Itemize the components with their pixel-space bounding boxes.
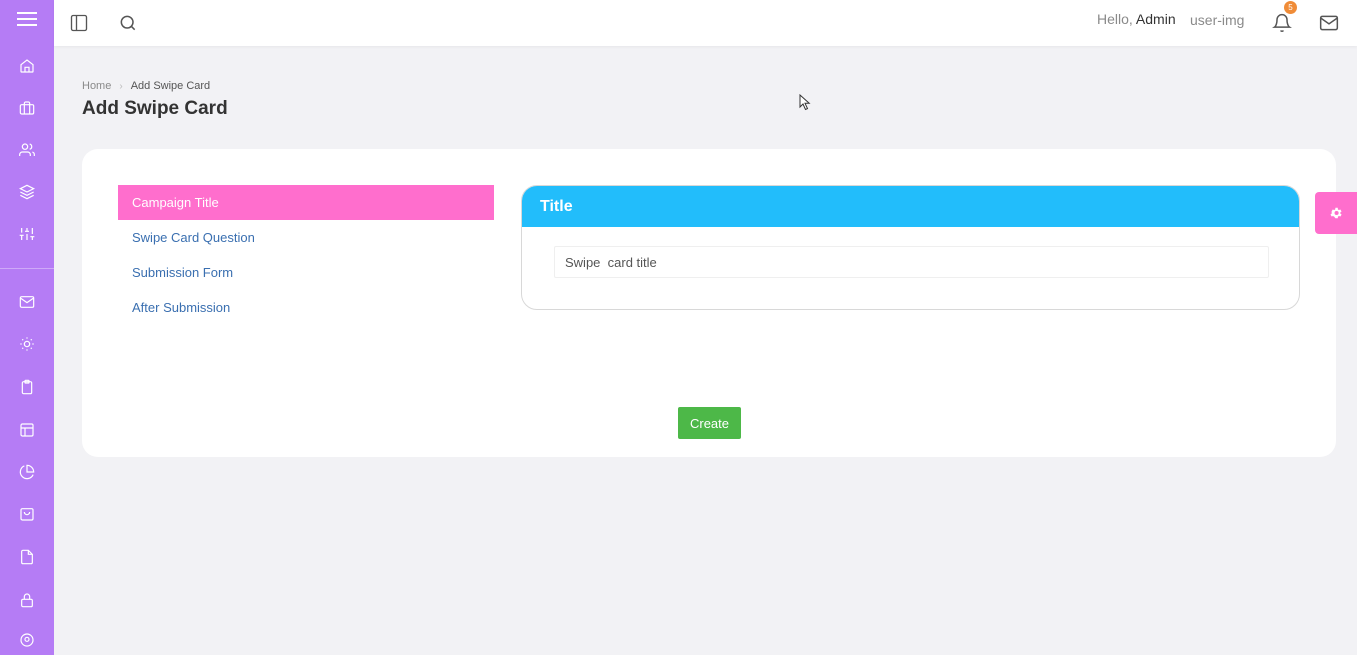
greeting-text: Hello, <box>1097 11 1133 27</box>
step-after-submission[interactable]: After Submission <box>118 290 494 325</box>
step-submission-form[interactable]: Submission Form <box>118 255 494 290</box>
layers-icon <box>19 184 35 200</box>
settings-tab-button[interactable] <box>1315 192 1357 234</box>
sidebar-item-lock[interactable] <box>0 580 54 620</box>
clipboard-icon <box>21 379 33 395</box>
sidebar-item-layers[interactable] <box>0 172 54 212</box>
step-campaign-title[interactable]: Campaign Title <box>118 185 494 220</box>
file-icon <box>21 549 33 565</box>
menu-toggle-button[interactable] <box>0 0 54 38</box>
mail-icon <box>1319 15 1339 31</box>
hamburger-icon <box>17 12 37 26</box>
step-list: Campaign Title Swipe Card Question Submi… <box>118 185 494 325</box>
sidebar-item-file[interactable] <box>0 537 54 577</box>
sidebar-item-briefcase[interactable] <box>0 88 54 128</box>
users-icon <box>19 143 35 156</box>
step-swipe-card-question[interactable]: Swipe Card Question <box>118 220 494 255</box>
sidebar-item-layout[interactable] <box>0 410 54 450</box>
sidebar-item-shopping-bag[interactable] <box>0 494 54 534</box>
topbar: Hello, Admin user-img 5 <box>54 0 1357 46</box>
sliders-icon <box>19 228 35 240</box>
layout-icon <box>20 423 34 437</box>
sidebar-divider <box>0 268 54 269</box>
messages-button[interactable] <box>1313 7 1345 39</box>
panel-toggle-button[interactable] <box>63 7 95 39</box>
create-button[interactable]: Create <box>678 407 741 439</box>
sidebar-item-pie-chart[interactable] <box>0 452 54 492</box>
notification-badge: 5 <box>1284 1 1297 14</box>
mail-icon <box>19 296 35 308</box>
sidebar-item-users[interactable] <box>0 130 54 170</box>
page-title: Add Swipe Card <box>82 98 228 119</box>
avatar[interactable]: user-img <box>1190 12 1244 28</box>
search-button[interactable] <box>112 7 144 39</box>
sun-icon <box>20 337 34 351</box>
sidebar <box>0 0 54 655</box>
shopping-bag-icon <box>20 508 34 521</box>
pie-chart-icon <box>19 464 35 480</box>
lock-icon <box>21 593 33 608</box>
sidebar-item-home[interactable] <box>0 46 54 86</box>
user-name: Admin <box>1135 11 1176 27</box>
sidebar-panel-icon <box>70 14 88 32</box>
home-icon <box>20 59 34 73</box>
mouse-cursor-icon <box>799 94 811 111</box>
chevron-right-icon: › <box>119 80 123 92</box>
bell-icon <box>1272 13 1292 33</box>
sidebar-item-sun[interactable] <box>0 324 54 364</box>
sidebar-item-map-pin[interactable] <box>0 620 54 655</box>
breadcrumb-home[interactable]: Home <box>82 80 111 92</box>
map-pin-icon <box>20 633 34 647</box>
user-greeting[interactable]: Hello, Admin <box>1097 11 1176 27</box>
gear-icon <box>1330 207 1342 219</box>
briefcase-icon <box>19 101 35 115</box>
title-panel-heading: Title <box>522 186 1299 227</box>
breadcrumb: Home › Add Swipe Card <box>82 80 210 92</box>
form-card: Campaign Title Swipe Card Question Submi… <box>82 149 1336 457</box>
sidebar-item-mail[interactable] <box>0 282 54 322</box>
title-input[interactable] <box>554 246 1269 278</box>
search-icon <box>120 15 136 31</box>
sidebar-item-clipboard[interactable] <box>0 367 54 407</box>
breadcrumb-current: Add Swipe Card <box>130 80 211 92</box>
title-panel: Title <box>521 185 1300 310</box>
sidebar-item-sliders[interactable] <box>0 214 54 254</box>
